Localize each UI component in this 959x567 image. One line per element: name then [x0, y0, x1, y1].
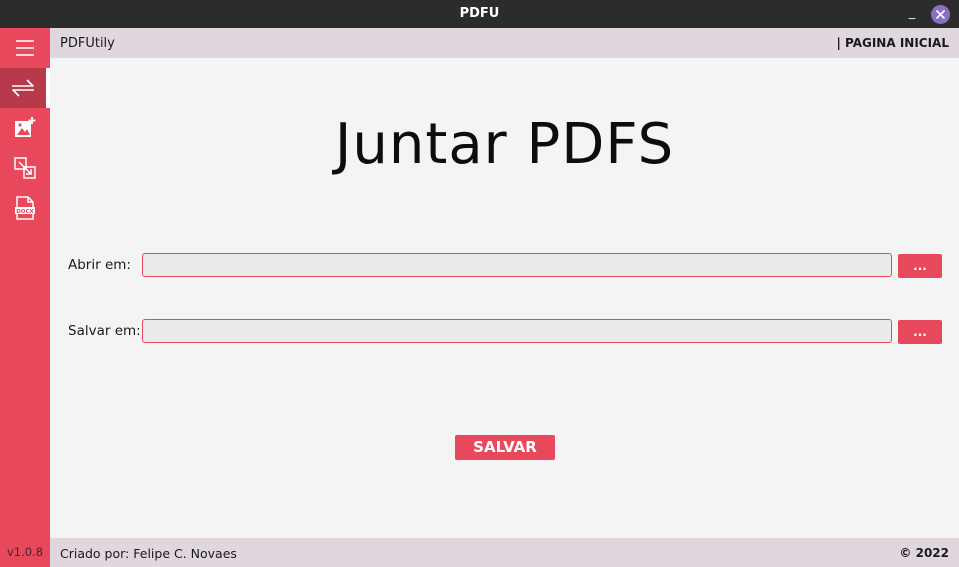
- sidebar-item-image[interactable]: [0, 108, 50, 148]
- sidebar-item-resize[interactable]: [0, 148, 50, 188]
- save-browse-button[interactable]: ...: [898, 320, 942, 344]
- open-label: Abrir em:: [68, 257, 131, 273]
- save-label: Salvar em:: [68, 323, 141, 339]
- save-button[interactable]: SALVAR: [455, 435, 555, 460]
- open-browse-button[interactable]: ...: [898, 254, 942, 278]
- minimize-button[interactable]: _: [903, 5, 921, 23]
- title-bar: PDFU _: [0, 0, 959, 28]
- app-window: PDFU _ DOCX v1.0.8 PDFUtily | PAGINA INI…: [0, 0, 959, 567]
- sidebar: DOCX v1.0.8: [0, 28, 50, 567]
- page-name: | PAGINA INICIAL: [836, 36, 949, 50]
- copyright-text: © 2022: [899, 546, 949, 560]
- close-button[interactable]: [931, 5, 950, 24]
- close-icon: [935, 9, 946, 20]
- menu-icon: [16, 40, 34, 56]
- open-path-input[interactable]: [142, 253, 892, 277]
- window-title: PDFU: [459, 6, 500, 21]
- svg-text:DOCX: DOCX: [16, 209, 34, 215]
- add-image-icon: [15, 117, 36, 137]
- save-path-input[interactable]: [142, 319, 892, 343]
- sidebar-item-merge[interactable]: [0, 68, 50, 108]
- sidebar-item-docx[interactable]: DOCX: [0, 188, 50, 228]
- footer: Criado por: Felipe C. Novaes © 2022: [50, 538, 959, 567]
- sidebar-menu-button[interactable]: [0, 28, 50, 68]
- top-bar: PDFUtily | PAGINA INICIAL: [50, 28, 959, 58]
- credit-text: Criado por: Felipe C. Novaes: [60, 546, 237, 561]
- page-title: Juntar PDFS: [334, 112, 675, 177]
- docx-file-icon: DOCX: [15, 196, 35, 220]
- app-name: PDFUtily: [60, 36, 115, 51]
- resize-icon: [14, 157, 36, 179]
- swap-arrows-icon: [12, 79, 34, 97]
- version-label: v1.0.8: [6, 545, 44, 559]
